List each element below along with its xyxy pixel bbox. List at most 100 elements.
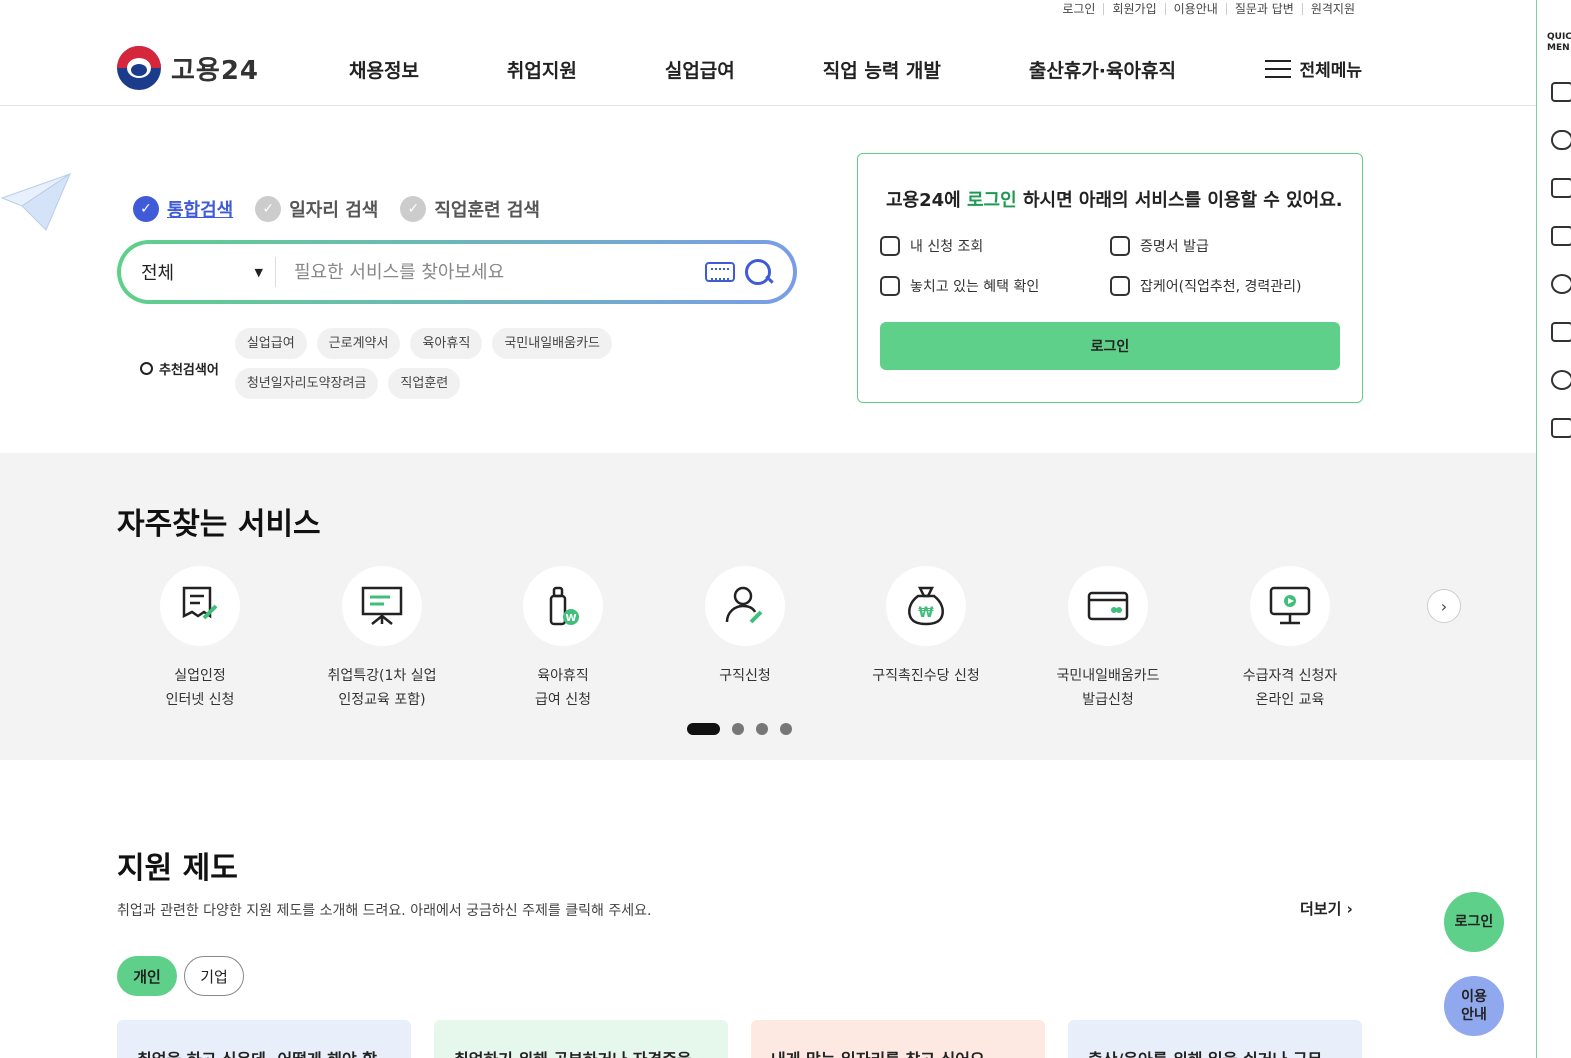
carousel-dot[interactable] <box>756 723 768 735</box>
util-login-link[interactable]: 로그인 <box>1054 3 1103 15</box>
util-remote-link[interactable]: 원격지원 <box>1301 3 1363 15</box>
chat-icon[interactable] <box>1551 130 1571 150</box>
main-nav: 채용정보 취업지원 실업급여 직업 능력 개발 출산휴가·육아휴직 <box>349 56 1264 83</box>
keyword-chip[interactable]: 국민내일배움카드 <box>492 328 612 359</box>
smile-icon[interactable] <box>1551 274 1571 294</box>
person-pen-icon <box>725 586 763 624</box>
section-title: 지원 제도 <box>117 851 238 886</box>
util-guide-link[interactable]: 이용안내 <box>1164 3 1226 15</box>
building-icon[interactable] <box>1551 82 1571 102</box>
util-qna-link[interactable]: 질문과 답변 <box>1225 3 1302 15</box>
keyword-chip[interactable]: 육아휴직 <box>410 328 483 359</box>
floating-login-button[interactable]: 로그인 <box>1444 892 1504 952</box>
certificate-icon <box>1110 236 1130 256</box>
svg-text:W: W <box>565 613 576 624</box>
login-button[interactable]: 로그인 <box>880 322 1340 370</box>
service-label: 수급자격 신청자 온라인 교육 <box>1242 668 1338 708</box>
document-pen-icon <box>182 586 218 620</box>
service-item[interactable]: ₩ 구직촉진수당 신청 <box>836 566 1016 688</box>
carousel-next-button[interactable]: › <box>1427 589 1461 623</box>
all-menu-button[interactable]: 전체메뉴 <box>1265 56 1362 81</box>
floating-guide-button[interactable]: 이용 안내 <box>1444 976 1504 1036</box>
category-select[interactable]: 전체 ▼ <box>121 257 276 287</box>
nav-item-vocational-training[interactable]: 직업 능력 개발 <box>823 56 941 83</box>
support-card[interactable]: 취업을 하고 싶은데, 어떻게 해야 할 <box>117 1020 411 1058</box>
tab-integrated-search[interactable]: ✓ 통합검색 <box>133 196 233 222</box>
caret-down-icon: ▼ <box>254 265 263 279</box>
header: 고용24 채용정보 취업지원 실업급여 직업 능력 개발 출산휴가·육아휴직 전… <box>0 18 1536 106</box>
search-box: 전체 ▼ <box>117 240 797 304</box>
search-tabs: ✓ 통합검색 ✓ 일자리 검색 ✓ 직업훈련 검색 <box>133 196 562 222</box>
service-item[interactable]: 취업특강(1차 실업 인정교육 포함) <box>292 566 472 712</box>
monitor-icon[interactable] <box>1551 178 1571 198</box>
checklist-icon <box>880 236 900 256</box>
chip-list: 실업급여 근로계약서 육아휴직 국민내일배움카드 청년일자리도약장려금 직업훈련 <box>234 328 775 408</box>
service-label: 국민내일배움카드 발급신청 <box>1056 668 1160 708</box>
tab-job-search[interactable]: ✓ 일자리 검색 <box>255 196 378 222</box>
tab-business[interactable]: 기업 <box>184 956 244 996</box>
service-label: 실업인정 인터넷 신청 <box>165 668 235 708</box>
section-description: 취업과 관련한 다양한 지원 제도를 소개해 드려요. 아래에서 궁금하신 주제… <box>117 903 652 919</box>
service-item[interactable]: 구직신청 <box>655 566 835 688</box>
service-item[interactable]: 수급자격 신청자 온라인 교육 <box>1200 566 1380 712</box>
coin-icon[interactable] <box>1551 370 1571 390</box>
nav-item-parental-leave[interactable]: 출산휴가·육아휴직 <box>1029 56 1176 83</box>
keyword-chip[interactable]: 근로계약서 <box>316 328 401 359</box>
document-search-icon <box>880 276 900 296</box>
paper-plane-icon <box>0 172 72 231</box>
nav-item-unemployment-benefit[interactable]: 실업급여 <box>665 56 735 83</box>
chevron-right-icon: › <box>1440 596 1448 616</box>
service-icon-circle <box>160 566 240 646</box>
more-link[interactable]: 더보기 › <box>1300 898 1353 919</box>
util-signup-link[interactable]: 회원가입 <box>1103 3 1164 15</box>
service-label: 육아휴직 급여 신청 <box>535 668 591 708</box>
service-item[interactable]: 실업인정 인터넷 신청 <box>110 566 290 712</box>
taegeuk-logo-icon <box>117 46 161 90</box>
service-icon-circle <box>1068 566 1148 646</box>
keyword-chip[interactable]: 직업훈련 <box>388 368 461 399</box>
check-icon: ✓ <box>133 196 159 222</box>
service-label: 구직신청 <box>719 668 771 684</box>
keyboard-icon[interactable] <box>705 262 735 282</box>
carousel-dot[interactable] <box>780 723 792 735</box>
support-card[interactable]: 내게 맞는 일자리를 찾고 싶어요 <box>751 1020 1045 1058</box>
support-card[interactable]: 출산/육아를 위해 일을 쉬거나 근무 <box>1068 1020 1362 1058</box>
service-certificate[interactable]: 증명서 발급 <box>1110 236 1209 256</box>
carousel-dot[interactable] <box>732 723 744 735</box>
service-label: 취업특강(1차 실업 인정교육 포함) <box>327 668 437 708</box>
nav-item-employment-support[interactable]: 취업지원 <box>507 56 577 83</box>
service-my-applications[interactable]: 내 신청 조회 <box>880 236 983 256</box>
support-card[interactable]: 취업하기 위해 공부하거나 자격증을 <box>434 1020 728 1058</box>
tab-training-search[interactable]: ✓ 직업훈련 검색 <box>400 196 540 222</box>
service-label: 구직촉진수당 신청 <box>872 668 980 684</box>
svg-text:₩: ₩ <box>918 605 934 621</box>
hamburger-icon <box>1265 59 1292 78</box>
service-icon-circle: W <box>523 566 603 646</box>
service-icon-circle <box>705 566 785 646</box>
checklist-icon[interactable] <box>1551 226 1571 246</box>
login-panel: 고용24에 로그인 하시면 아래의 서비스를 이용할 수 있어요. 내 신청 조… <box>857 153 1363 403</box>
money-bag-icon: ₩ <box>908 586 944 626</box>
service-item[interactable]: 국민내일배움카드 발급신청 <box>1018 566 1198 712</box>
service-icon-circle <box>342 566 422 646</box>
logo[interactable]: 고용24 <box>117 46 259 90</box>
service-missed-benefits[interactable]: 놓치고 있는 혜택 확인 <box>880 276 1039 296</box>
search-input[interactable] <box>276 261 705 283</box>
carousel-dot-active[interactable] <box>687 723 720 735</box>
printer-icon[interactable] <box>1551 418 1571 438</box>
tab-individual[interactable]: 개인 <box>117 956 177 996</box>
nav-item-jobs[interactable]: 채용정보 <box>349 56 419 83</box>
utility-links: 로그인 회원가입 이용안내 질문과 답변 원격지원 <box>1054 0 1363 18</box>
section-title: 자주찾는 서비스 <box>117 507 321 542</box>
grid-icon[interactable] <box>1551 322 1571 342</box>
keyword-chip[interactable]: 실업급여 <box>234 328 307 359</box>
quick-menu-title: QUIC MEN <box>1547 32 1571 53</box>
service-icon-circle <box>1250 566 1330 646</box>
service-jobcare[interactable]: 잡케어(직업추천, 경력관리) <box>1110 276 1302 296</box>
search-icon[interactable] <box>743 257 773 287</box>
search-icon <box>140 361 153 375</box>
service-item[interactable]: W 육아휴직 급여 신청 <box>473 566 653 712</box>
floating-guide-label: 이용 안내 <box>1461 989 1487 1023</box>
clipboard-clock-icon <box>1110 276 1130 296</box>
keyword-chip[interactable]: 청년일자리도약장려금 <box>234 368 379 399</box>
